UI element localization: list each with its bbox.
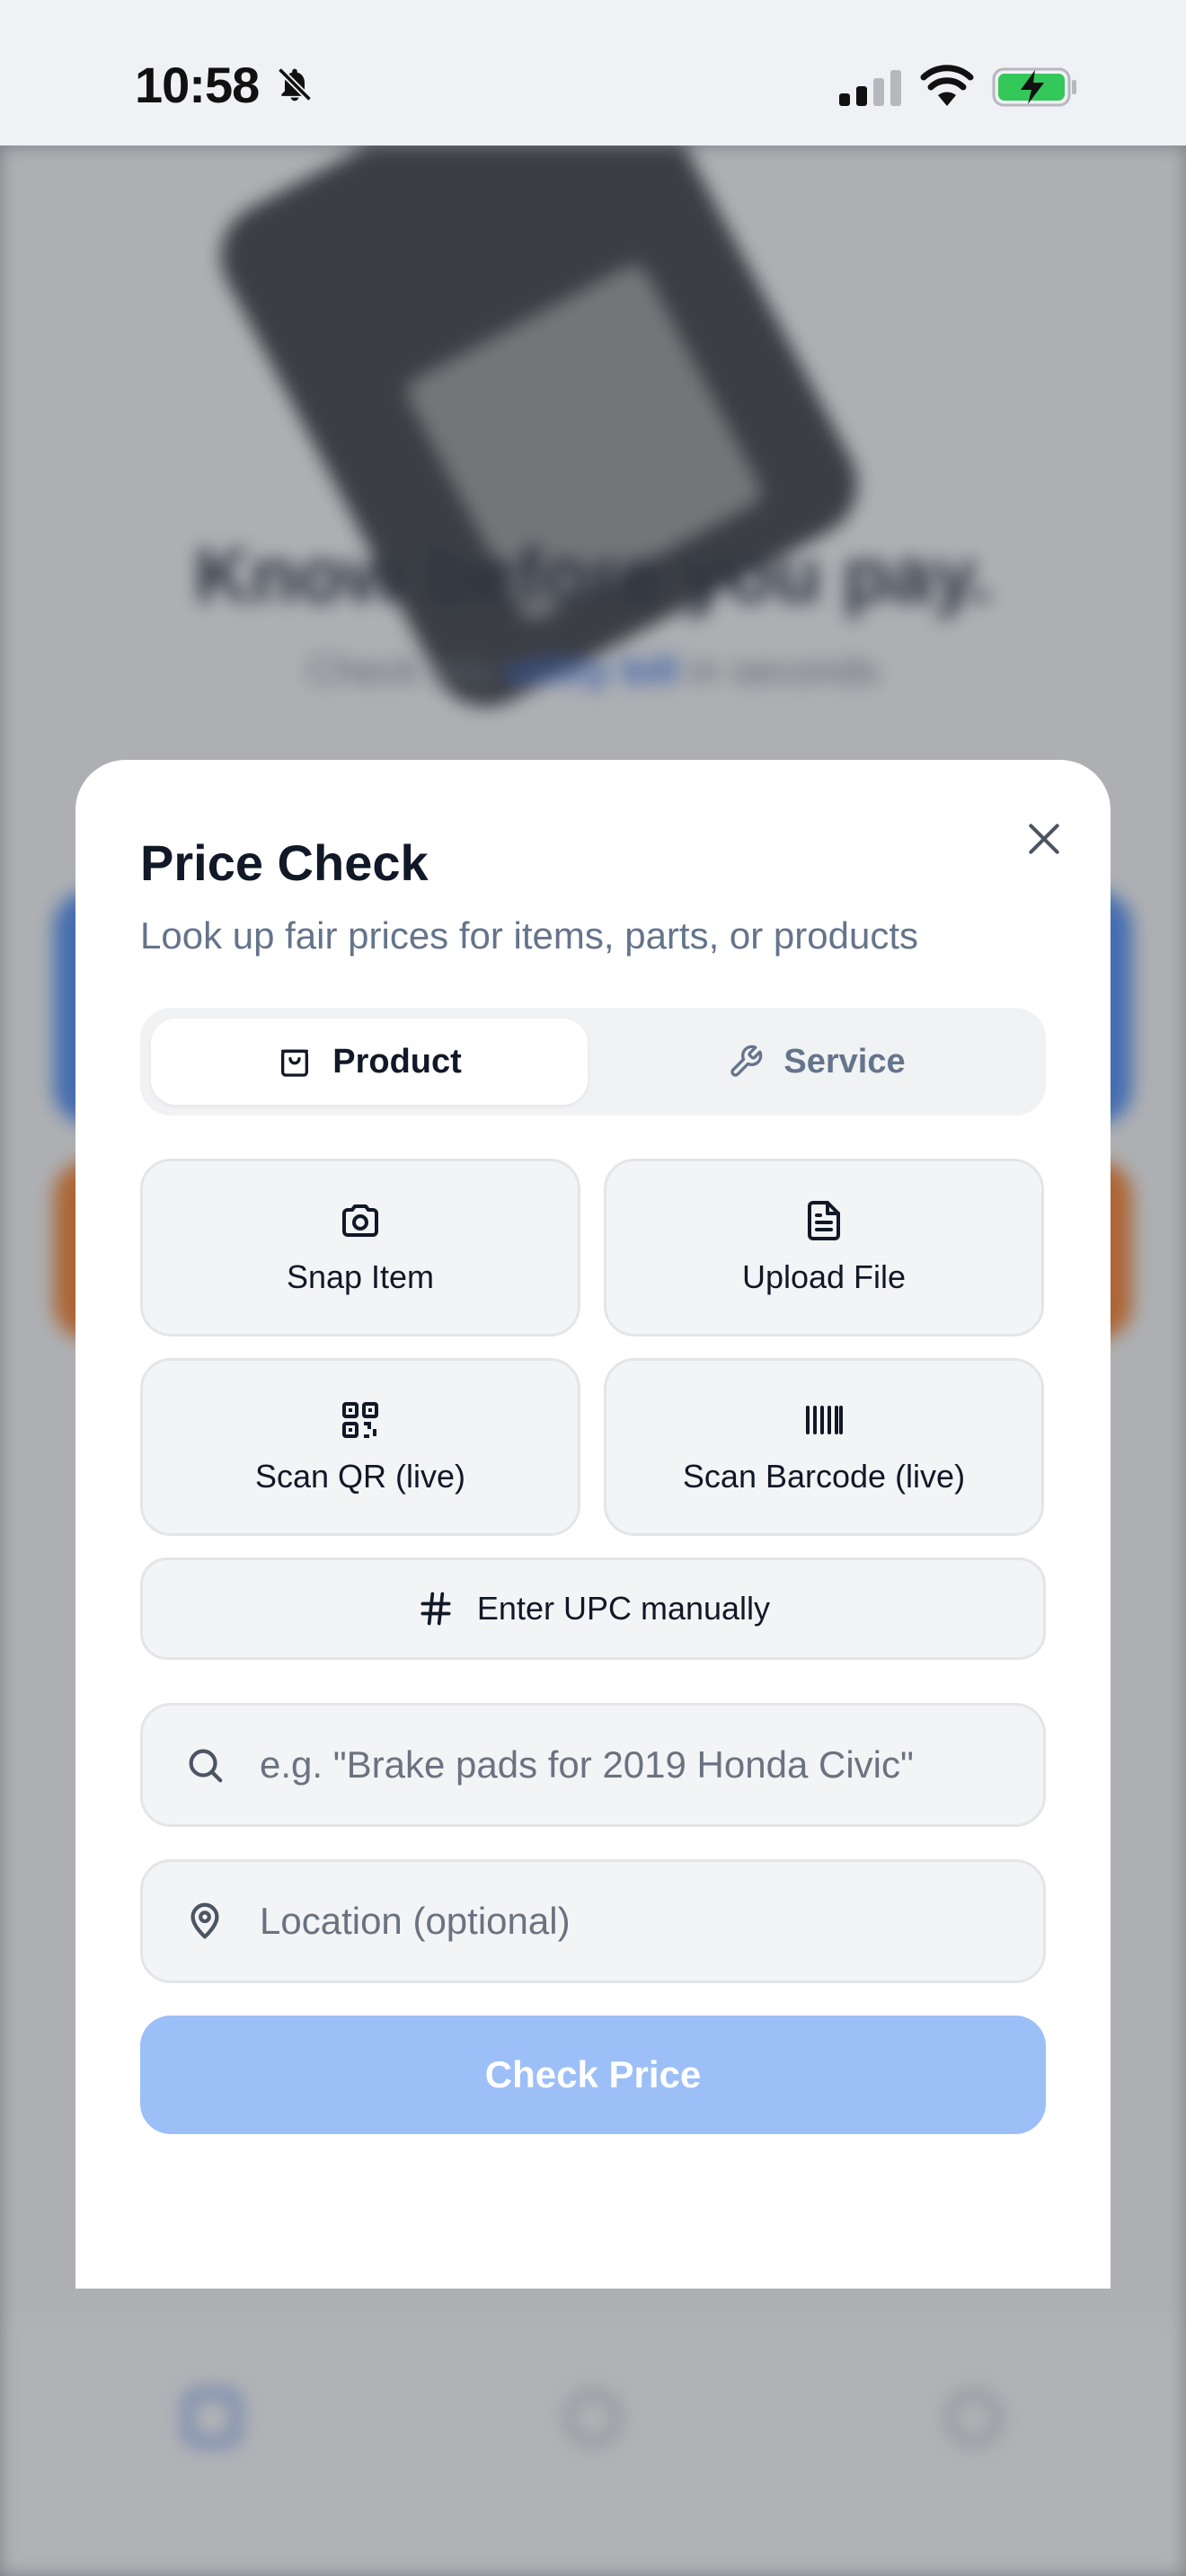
snap-item-button[interactable]: Snap Item xyxy=(140,1159,580,1337)
tab-service-label: Service xyxy=(783,1042,906,1081)
battery-charging-icon xyxy=(992,67,1076,107)
barcode-icon xyxy=(806,1406,843,1434)
modal-title: Price Check xyxy=(140,834,429,891)
upload-file-label: Upload File xyxy=(741,1258,907,1295)
cellular-signal-icon xyxy=(839,70,901,106)
location-field xyxy=(140,1859,1046,1983)
map-pin-icon xyxy=(190,1902,219,1939)
search-icon xyxy=(189,1749,223,1783)
scan-barcode-label: Scan Barcode (live) xyxy=(682,1458,966,1495)
scan-qr-button[interactable]: Scan QR (live) xyxy=(140,1358,580,1536)
wifi-icon xyxy=(920,65,974,106)
bell-slash-icon xyxy=(277,66,313,102)
enter-upc-label: Enter UPC manually xyxy=(476,1590,771,1627)
product-service-toggle: Product Service xyxy=(140,1008,1046,1116)
price-check-modal: Price Check Look up fair prices for item… xyxy=(75,760,1111,2289)
tab-product-label: Product xyxy=(332,1042,462,1081)
scan-barcode-button[interactable]: Scan Barcode (live) xyxy=(604,1358,1044,1536)
tab-service[interactable]: Service xyxy=(598,1019,1035,1105)
check-price-button[interactable]: Check Price xyxy=(140,2016,1046,2134)
wrench-icon xyxy=(730,1045,763,1077)
close-icon xyxy=(1029,824,1059,854)
qr-code-icon xyxy=(342,1402,378,1438)
shopping-bag-icon xyxy=(281,1049,309,1077)
upload-file-button[interactable]: Upload File xyxy=(604,1159,1044,1337)
enter-upc-button[interactable]: Enter UPC manually xyxy=(140,1557,1046,1660)
search-field xyxy=(140,1703,1046,1827)
location-input[interactable] xyxy=(260,1862,1014,1981)
camera-icon xyxy=(342,1204,378,1237)
hash-icon xyxy=(420,1592,451,1626)
tab-product[interactable]: Product xyxy=(151,1019,588,1105)
file-text-icon xyxy=(808,1201,840,1240)
status-time: 10:58 xyxy=(135,57,260,113)
scan-qr-label: Scan QR (live) xyxy=(254,1458,466,1495)
close-button[interactable] xyxy=(1006,801,1082,877)
modal-subtitle: Look up fair prices for items, parts, or… xyxy=(140,914,919,957)
status-bar: 10:58 xyxy=(0,0,1186,146)
search-input[interactable] xyxy=(260,1706,1014,1824)
snap-item-label: Snap Item xyxy=(286,1258,435,1295)
